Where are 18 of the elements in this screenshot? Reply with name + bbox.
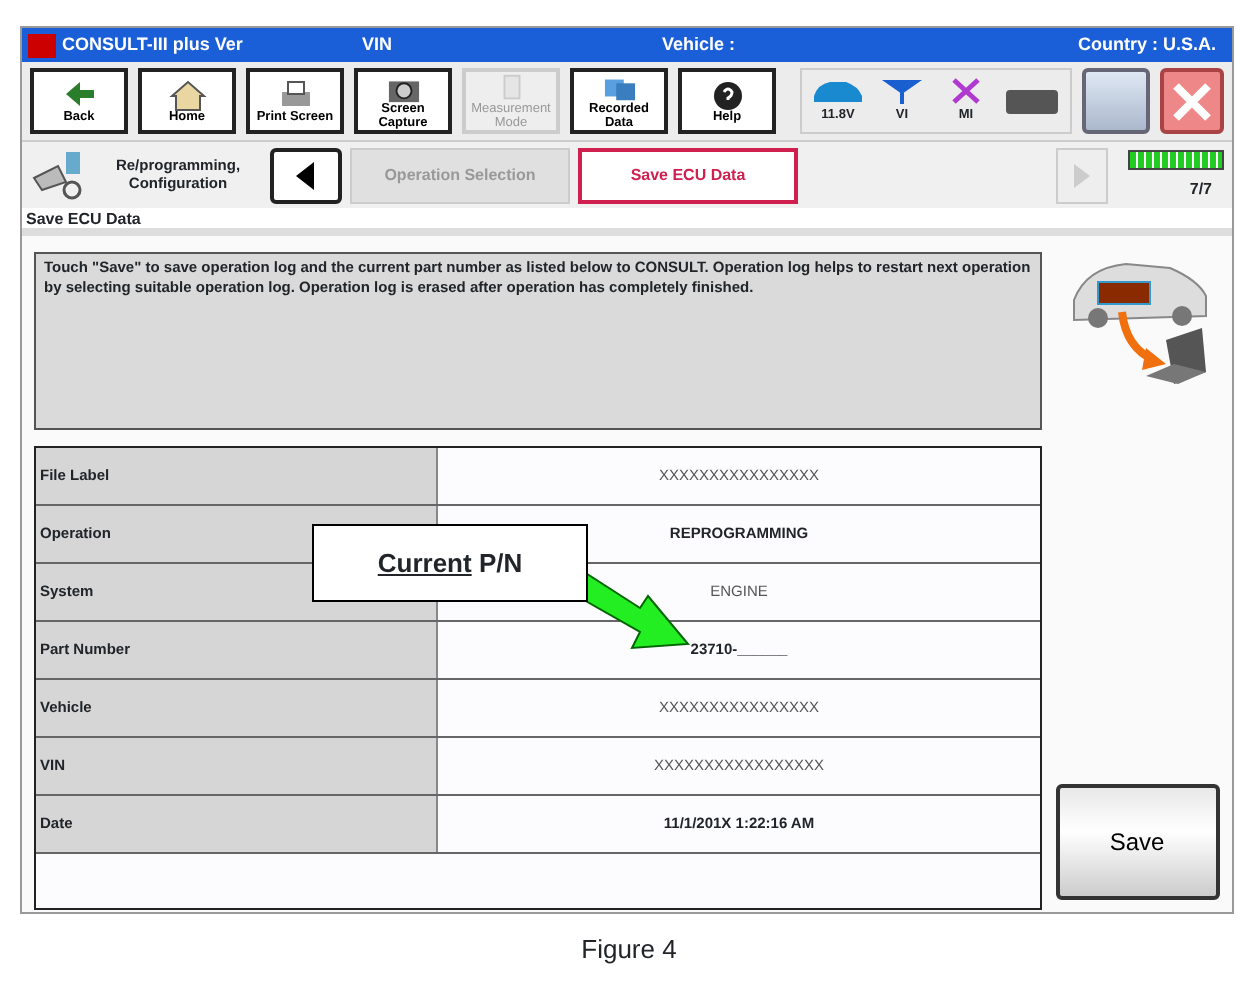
figure-caption: Figure 4 (579, 932, 679, 968)
vin-label: VIN (362, 31, 395, 58)
progress-label: 7/7 (1189, 177, 1212, 201)
app-logo-icon (28, 33, 56, 57)
close-button[interactable] (1160, 68, 1224, 134)
save-button[interactable]: Save (1055, 784, 1219, 900)
right-arrow-icon (1070, 161, 1094, 189)
window-title: CONSULT-III plus Ver (62, 31, 245, 58)
page-title: Save ECU Data (22, 208, 1232, 236)
step-tab[interactable]: Save ECU Data (578, 147, 798, 203)
battery-icon (1006, 89, 1058, 113)
close-icon (1170, 79, 1214, 123)
vehicle-label: Vehicle : (662, 31, 736, 58)
callout-label: Current P/N (312, 524, 588, 602)
previous-step-button[interactable] (270, 147, 342, 203)
country-label: Country : U.S.A. (1078, 31, 1216, 58)
house-icon (167, 77, 207, 112)
minimize-button[interactable] (1082, 68, 1150, 134)
